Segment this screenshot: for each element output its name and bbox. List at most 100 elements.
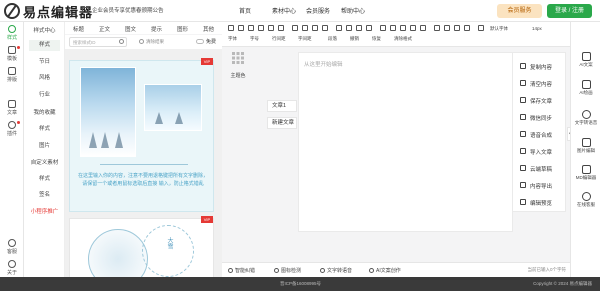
clear-content-button[interactable]: 清空内容: [513, 76, 567, 91]
align-left-icon[interactable]: [292, 25, 298, 31]
trash-icon: [520, 80, 526, 86]
sidebar-item-about[interactable]: 关于: [0, 260, 24, 276]
save-article-button[interactable]: 保存文章: [513, 93, 567, 108]
speech-synthesis-button[interactable]: 语音合成: [513, 127, 567, 142]
tab-image-text[interactable]: 图文: [125, 25, 136, 33]
font-size-button[interactable]: 字号: [250, 36, 259, 42]
underline-icon[interactable]: [248, 25, 254, 31]
snow-image: [144, 84, 202, 131]
font-size-select[interactable]: 14px: [532, 26, 542, 31]
video-icon[interactable]: [400, 25, 406, 31]
search-input[interactable]: 搜索样式ID: [69, 37, 127, 47]
tab-graphics[interactable]: 图形: [177, 25, 188, 33]
nav-vip[interactable]: 会员服务: [306, 6, 330, 15]
table-icon[interactable]: [410, 25, 416, 31]
char-count: 当前已输入0个字符: [527, 267, 566, 272]
doc-tab-1[interactable]: 文章1: [267, 100, 297, 112]
sidebar-item-layout[interactable]: 排版: [0, 67, 24, 83]
italic-icon[interactable]: [238, 25, 244, 31]
clear-results-button[interactable]: 清除结果: [139, 39, 164, 45]
ordered-list-icon[interactable]: [346, 25, 352, 31]
tts-button[interactable]: 文字转语音: [320, 267, 352, 274]
quote-icon[interactable]: [444, 25, 450, 31]
export-content-button[interactable]: 内容导出: [513, 178, 567, 193]
smart-correct-button[interactable]: 智能纠错: [228, 267, 255, 274]
nav-help[interactable]: 帮助中心: [341, 6, 365, 15]
image-icon[interactable]: [390, 25, 396, 31]
sidebar-item-support[interactable]: 客服: [0, 239, 24, 255]
copy-content-button[interactable]: 复制内容: [513, 59, 567, 74]
md-editor-button[interactable]: MD编辑器: [571, 165, 600, 181]
free-toggle[interactable]: 免费: [196, 38, 216, 45]
align-right-icon[interactable]: [312, 25, 318, 31]
letter-spacing-button[interactable]: 字间距: [298, 36, 312, 42]
tab-other[interactable]: 其他: [203, 25, 214, 33]
category-style[interactable]: 样式: [29, 40, 60, 51]
import-article-button[interactable]: 导入文章: [513, 144, 567, 159]
redo-button[interactable]: 恢复: [372, 36, 381, 42]
category-theme[interactable]: 风格: [24, 73, 65, 81]
justify-icon[interactable]: [322, 25, 328, 31]
theme-color-button[interactable]: 主题色: [227, 52, 249, 80]
toolbar-row: 字体 字号 行间距 字间距 段落 撤销 恢复 清除格式: [222, 35, 570, 45]
online-support-button[interactable]: 在线客服: [571, 192, 600, 208]
sidebar-item-template[interactable]: 模板: [0, 46, 24, 62]
info-icon: [8, 260, 16, 268]
bold-icon[interactable]: [228, 25, 234, 31]
hr-icon[interactable]: [454, 25, 460, 31]
dropdown-icon[interactable]: [478, 25, 484, 31]
category-mini-program[interactable]: 小程序推广: [24, 207, 65, 215]
cloud-drafts-button[interactable]: 云端草稿: [513, 161, 567, 176]
editor-page[interactable]: 从这里开始编辑: [298, 52, 513, 232]
ai-writing-button[interactable]: AI文案创作: [369, 267, 401, 274]
category-festival[interactable]: 节日: [24, 57, 65, 65]
category-fav-image[interactable]: 图片: [24, 141, 65, 149]
link-icon[interactable]: [380, 25, 386, 31]
nav-home[interactable]: 首页: [239, 6, 251, 15]
font-family-select[interactable]: 默认字体: [490, 26, 508, 32]
sidebar-item-article[interactable]: 文章: [0, 100, 24, 116]
undo-button[interactable]: 撤销: [350, 36, 359, 42]
format-painter-icon[interactable]: [464, 25, 470, 31]
image-check-button[interactable]: 图标检测: [274, 267, 301, 274]
nav-materials[interactable]: 素材中心: [272, 6, 296, 15]
text-to-speech-button[interactable]: 文字转语音: [571, 110, 600, 126]
copyright: Copyright © 2024 易点编辑器: [533, 281, 592, 286]
code-icon[interactable]: [434, 25, 440, 31]
strikethrough-icon[interactable]: [258, 25, 264, 31]
tab-tips[interactable]: 提示: [151, 25, 162, 33]
category-industry[interactable]: 行业: [24, 90, 65, 98]
clear-format-button[interactable]: 清除格式: [394, 36, 412, 42]
style-card[interactable]: VIP 大雪: [69, 216, 214, 277]
tab-body[interactable]: 正文: [99, 25, 110, 33]
font-select[interactable]: 字体: [228, 36, 237, 42]
outdent-icon[interactable]: [366, 25, 372, 31]
notice[interactable]: 企业会员专享优惠春颁期公告: [82, 6, 164, 14]
line-height-button[interactable]: 行间距: [272, 36, 286, 42]
emoji-icon[interactable]: [420, 25, 426, 31]
login-button[interactable]: 登录 / 注册: [547, 4, 592, 18]
category-custom-style[interactable]: 样式: [24, 174, 65, 182]
wechat-sync-button[interactable]: 微信同步: [513, 110, 567, 125]
vip-button[interactable]: 会员服务: [497, 4, 542, 18]
sidebar-item-plugin[interactable]: 插件: [0, 121, 24, 137]
image-edit-button[interactable]: 图片编辑: [571, 138, 600, 154]
sidebar-item-style[interactable]: 样式: [0, 25, 24, 41]
font-color-icon[interactable]: [268, 25, 274, 31]
highlight-icon[interactable]: [278, 25, 284, 31]
preview-button[interactable]: 编辑预览: [513, 195, 567, 210]
style-card[interactable]: VIP 在这里输入你的内容，注意不要用退格键把所有文字删除，请保留一个或者用鼠标…: [69, 58, 214, 212]
category-fav-style[interactable]: 样式: [24, 124, 65, 132]
category-signature[interactable]: 签名: [24, 190, 65, 198]
indent-icon[interactable]: [356, 25, 362, 31]
ai-drawing-button[interactable]: AI绘画: [571, 80, 600, 96]
list-icon[interactable]: [336, 25, 342, 31]
tab-title[interactable]: 标题: [73, 25, 84, 33]
paragraph-button[interactable]: 段落: [328, 36, 337, 42]
speech-icon: [581, 110, 591, 119]
new-doc-tab[interactable]: 新建文章: [267, 117, 297, 129]
icp-link[interactable]: 晋ICP备16008995号: [280, 281, 321, 287]
align-center-icon[interactable]: [302, 25, 308, 31]
ai-copywriting-button[interactable]: AI文案: [571, 52, 600, 68]
search-icon[interactable]: [119, 39, 124, 44]
